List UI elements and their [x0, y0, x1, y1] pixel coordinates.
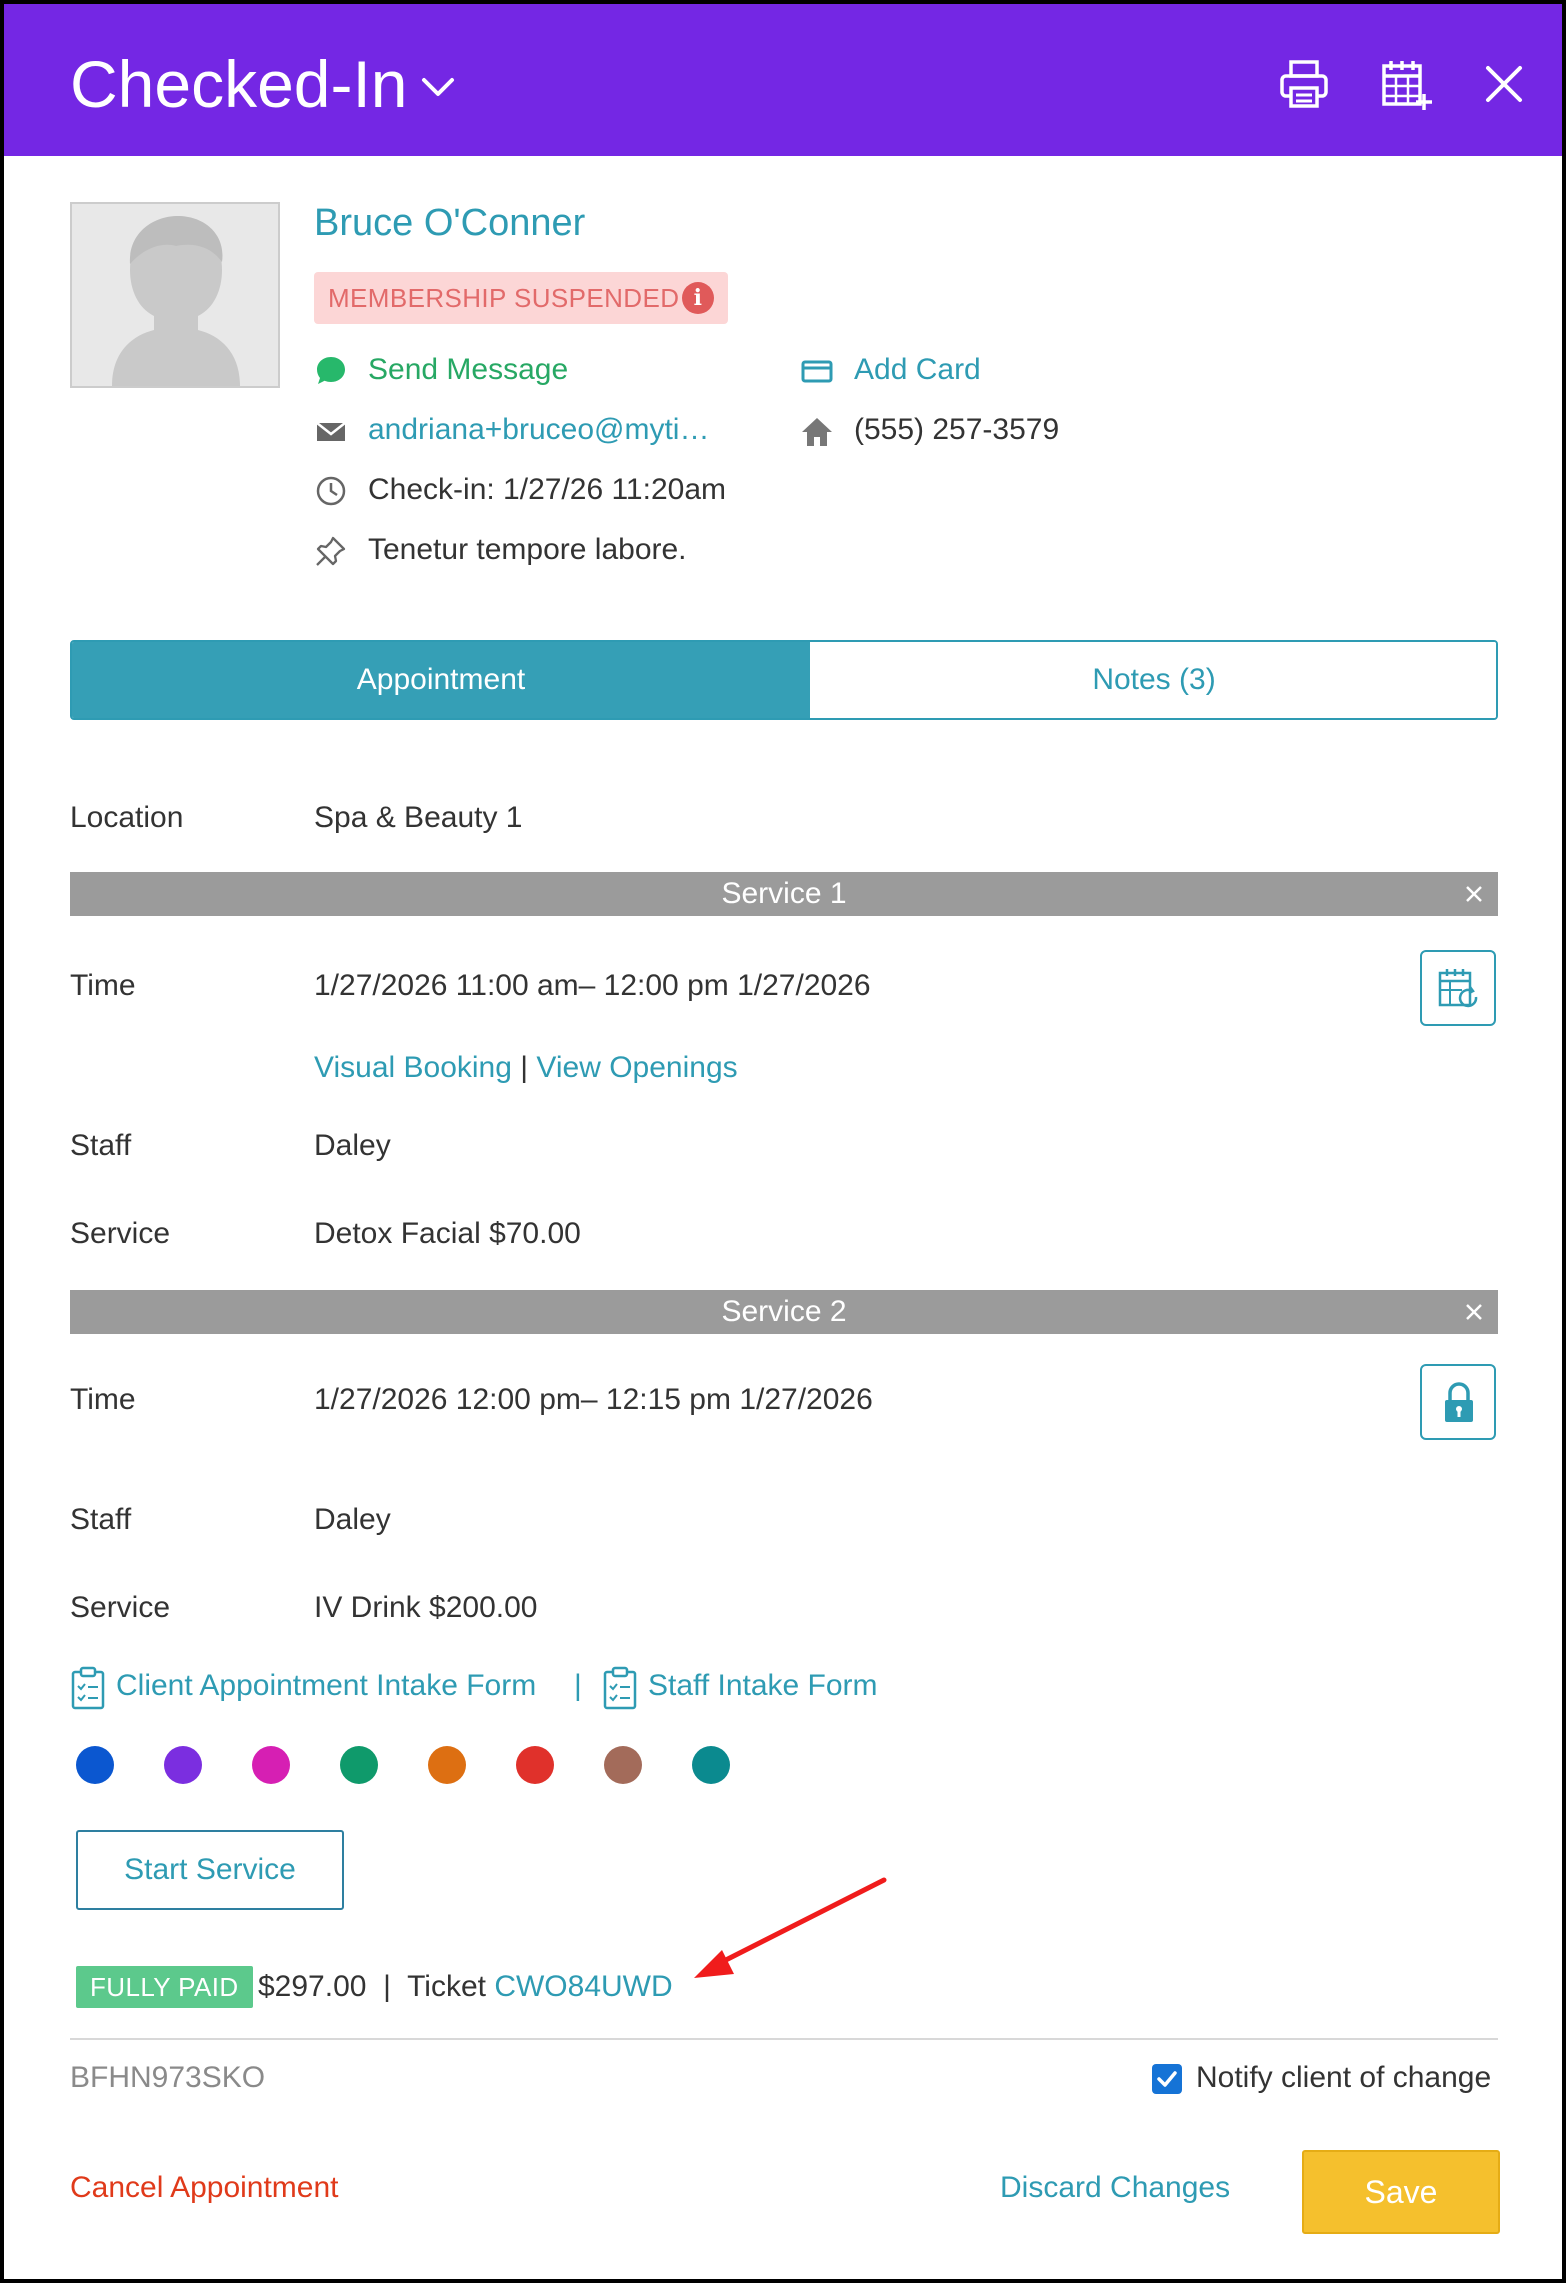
client-name[interactable]: Bruce O'Conner [314, 202, 585, 245]
tab-bar: Appointment Notes (3) [70, 640, 1498, 720]
forms-separator: | [574, 1669, 582, 1702]
service-2-time[interactable]: 1/27/2026 12:00 pm– 12:15 pm 1/27/2026 [314, 1380, 873, 1420]
lock-icon [1445, 1382, 1473, 1422]
lock-time-button[interactable] [1420, 1364, 1496, 1440]
color-tag-orange[interactable] [428, 1746, 466, 1784]
payment-separator: | [383, 1970, 391, 2003]
clipboard-check-icon [71, 1666, 105, 1710]
client-intake-form-label: Client Appointment Intake Form [116, 1669, 537, 1702]
discard-changes-link[interactable]: Discard Changes [1000, 2168, 1230, 2208]
modal-header: Checked-In [4, 4, 1562, 156]
credit-card-icon [801, 360, 833, 383]
appointment-code: BFHN973SKO [70, 2061, 266, 2094]
client-email-link[interactable]: andriana+bruceo@myti… [368, 410, 709, 450]
ticket-label: Ticket [407, 1970, 486, 2003]
tab-notes[interactable]: Notes (3) [810, 642, 1496, 718]
membership-status-label: MEMBERSHIP SUSPENDED [328, 283, 680, 313]
reschedule-button[interactable] [1420, 950, 1496, 1026]
avatar-silhouette-icon [112, 216, 240, 386]
divider [70, 2038, 1498, 2040]
service-2-service[interactable]: IV Drink $200.00 [314, 1588, 537, 1628]
calendar-add-icon[interactable] [1378, 56, 1434, 112]
envelope-icon [316, 422, 346, 441]
client-phone[interactable]: (555) 257-3579 [854, 410, 1059, 450]
calendar-refresh-icon [1438, 969, 1478, 1008]
service-1-time[interactable]: 1/27/2026 11:00 am– 12:00 pm 1/27/2026 [314, 966, 871, 1006]
remove-service-icon[interactable] [1460, 880, 1488, 908]
visual-booking-link[interactable]: Visual Booking [314, 1051, 512, 1084]
color-tag-purple[interactable] [164, 1746, 202, 1784]
notify-client-label: Notify client of change [1196, 2061, 1492, 2094]
remove-service-icon[interactable] [1460, 1298, 1488, 1326]
add-card-label: Add Card [854, 353, 981, 386]
service-1-title: Service 1 [721, 877, 847, 910]
service-1-staff[interactable]: Daley [314, 1126, 391, 1166]
color-tag-brown[interactable] [604, 1746, 642, 1784]
annotation-arrow-icon [694, 1877, 887, 1978]
avatar [70, 202, 280, 388]
service-1-service-label: Service [70, 1217, 171, 1250]
service-2-service-label: Service [70, 1591, 171, 1624]
service-2-header: Service 2 [70, 1290, 1498, 1334]
service-1-service[interactable]: Detox Facial $70.00 [314, 1214, 581, 1254]
service-2-staff[interactable]: Daley [314, 1500, 391, 1540]
color-tag-red[interactable] [516, 1746, 554, 1784]
tab-appointment[interactable]: Appointment [72, 642, 810, 718]
appointment-modal: Checked-In Bruce O'Conner MEMBERSHIP SUS… [4, 4, 1562, 2279]
location-value[interactable]: Spa & Beauty 1 [314, 798, 522, 838]
payment-summary: $297.00 | Ticket CWO84UWD [258, 1966, 673, 2008]
service-1-time-label: Time [70, 969, 136, 1002]
membership-status-badge: MEMBERSHIP SUSPENDED i [314, 272, 728, 324]
color-tag-teal[interactable] [692, 1746, 730, 1784]
start-service-button[interactable]: Start Service [76, 1830, 344, 1910]
send-message-label: Send Message [368, 353, 569, 386]
color-tag-magenta[interactable] [252, 1746, 290, 1784]
service-2-time-label: Time [70, 1383, 136, 1416]
home-icon [802, 418, 832, 446]
booking-links: Visual Booking | View Openings [314, 1048, 738, 1088]
pinned-note-text: Tenetur tempore labore. [368, 533, 687, 566]
service-2-staff-label: Staff [70, 1503, 132, 1536]
location-label: Location [70, 801, 184, 834]
clock-icon [316, 476, 346, 506]
payment-amount: $297.00 [258, 1970, 367, 2003]
checkbox-checked-icon[interactable] [1152, 2064, 1182, 2094]
print-icon[interactable] [1276, 56, 1332, 112]
color-tag-green[interactable] [340, 1746, 378, 1784]
staff-intake-form-label: Staff Intake Form [648, 1669, 878, 1702]
save-button[interactable]: Save [1302, 2150, 1500, 2234]
chat-bubble-icon [317, 357, 345, 384]
ticket-id-link[interactable]: CWO84UWD [494, 1970, 672, 2003]
view-openings-link[interactable]: View Openings [536, 1051, 737, 1084]
info-icon[interactable]: i [682, 282, 714, 314]
service-1-staff-label: Staff [70, 1129, 132, 1162]
status-title[interactable]: Checked-In [70, 46, 408, 122]
cancel-appointment-link[interactable]: Cancel Appointment [70, 2168, 339, 2208]
chevron-down-icon[interactable] [416, 68, 460, 108]
service-1-header: Service 1 [70, 872, 1498, 916]
link-separator: | [520, 1051, 529, 1084]
service-2-title: Service 2 [721, 1295, 847, 1328]
clipboard-check-icon [603, 1666, 637, 1710]
checkin-time: Check-in: 1/27/26 11:20am [368, 473, 726, 506]
payment-status-badge: FULLY PAID [76, 1966, 253, 2008]
color-tag-blue[interactable] [76, 1746, 114, 1784]
close-icon[interactable] [1476, 56, 1532, 112]
pin-icon [316, 536, 346, 566]
